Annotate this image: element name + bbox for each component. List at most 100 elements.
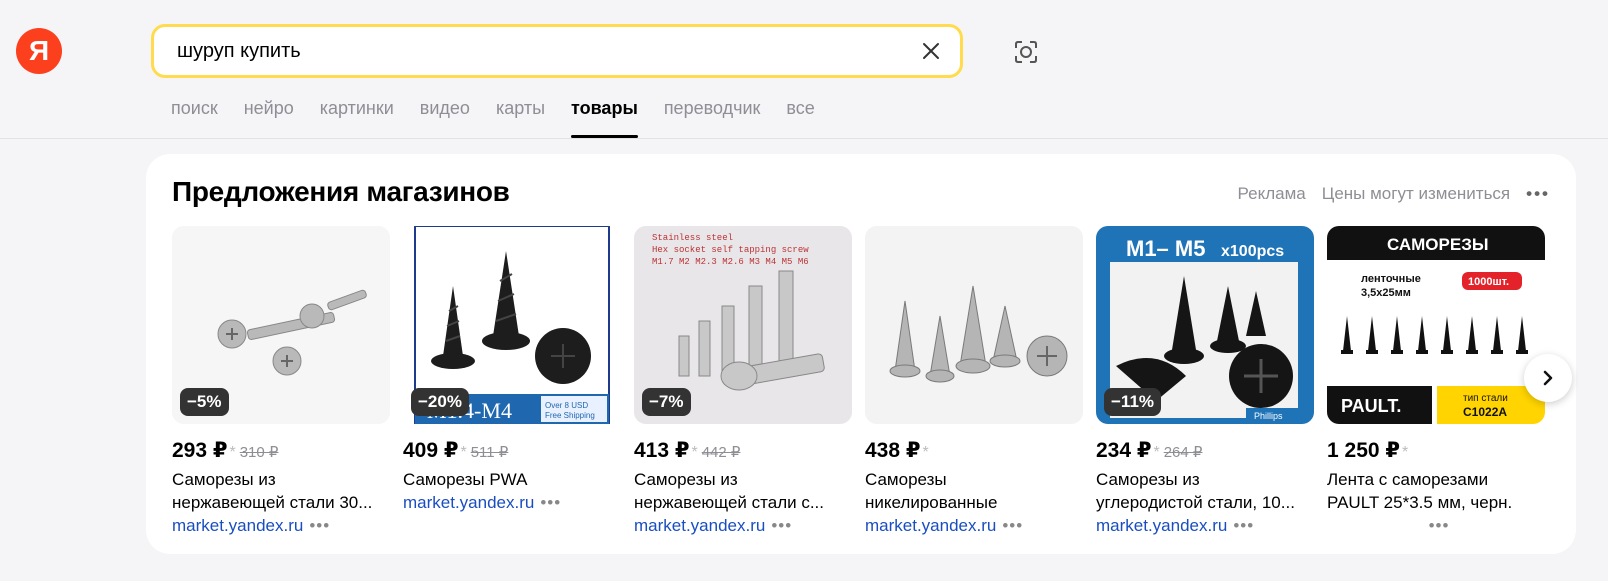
product-title-line: Лента с саморезами xyxy=(1327,470,1489,489)
shop-more-button[interactable]: ••• xyxy=(1002,514,1023,537)
price: 409 ₽ xyxy=(403,439,459,462)
image-caption: C1022A xyxy=(1463,405,1507,419)
product-card[interactable]: M1– M5 x100pcs Phillips −11% 234 ₽ * 264… xyxy=(1096,226,1314,537)
product-image[interactable]: Stainless steel Hex socket self tapping … xyxy=(634,226,852,424)
product-title[interactable]: Саморезы никелированные xyxy=(865,468,1083,514)
shop-link[interactable]: market.yandex.ru xyxy=(403,491,534,514)
price: 234 ₽ xyxy=(1096,439,1152,462)
tab-products[interactable]: товары xyxy=(571,98,638,138)
product-title[interactable]: Саморезы из нержавеющей стали с... xyxy=(634,468,852,514)
product-title[interactable]: Лента с саморезами PAULT 25*3.5 мм, черн… xyxy=(1327,468,1545,514)
shop-more-button[interactable]: ••• xyxy=(771,514,792,537)
tab-search[interactable]: поиск xyxy=(171,98,218,138)
tab-images[interactable]: картинки xyxy=(320,98,394,138)
product-title-line: нержавеющей стали с... xyxy=(634,493,824,512)
image-caption: 1000шт. xyxy=(1468,276,1509,288)
product-title[interactable]: Саморезы PWA xyxy=(403,468,621,491)
svg-text:Over 8 USD: Over 8 USD xyxy=(545,401,588,410)
shop-link[interactable]: market.yandex.ru xyxy=(865,514,996,537)
price-row: 413 ₽ * 442 ₽ xyxy=(634,438,852,463)
discount-badge: −7% xyxy=(642,388,691,416)
asterisk: * xyxy=(922,444,929,461)
shop-more-button[interactable]: ••• xyxy=(1233,514,1254,537)
product-title-line: нержавеющей стали 30... xyxy=(172,493,373,512)
shop-more-button[interactable]: ••• xyxy=(309,514,330,537)
shop-link[interactable]: market.yandex.ru xyxy=(634,514,765,537)
product-title-line: PAULT 25*3.5 мм, черн. xyxy=(1327,493,1513,512)
shop-link[interactable]: market.yandex.ru xyxy=(172,514,303,537)
product-title-line: углеродистой стали, 10... xyxy=(1096,493,1295,512)
tab-all[interactable]: все xyxy=(786,98,814,138)
shop-row: market.yandex.ru ••• xyxy=(172,514,390,537)
tab-video[interactable]: видео xyxy=(420,98,470,138)
price-row: 1 250 ₽ * xyxy=(1327,438,1545,463)
price: 438 ₽ xyxy=(865,439,921,462)
product-card[interactable]: 438 ₽ * Саморезы никелированные market.y… xyxy=(865,226,1083,537)
product-card[interactable]: −5% 293 ₽ * 310 ₽ Саморезы из нержавеюще… xyxy=(172,226,390,537)
close-icon xyxy=(923,43,939,59)
image-caption: Hex socket self tapping screw xyxy=(652,245,809,255)
screw-image xyxy=(865,226,1083,424)
asterisk: * xyxy=(691,444,698,461)
product-title-line: Саморезы из xyxy=(172,470,276,489)
price-row: 438 ₽ * xyxy=(865,438,1083,463)
ad-label[interactable]: Реклама xyxy=(1238,184,1306,204)
image-caption: x100pcs xyxy=(1221,243,1284,260)
shop-row: market.yandex.ru ••• xyxy=(1096,514,1314,537)
price-row: 234 ₽ * 264 ₽ xyxy=(1096,438,1314,463)
image-caption: Phillips xyxy=(1254,411,1283,421)
clear-button[interactable] xyxy=(918,38,944,64)
offers-title: Предложения магазинов xyxy=(172,176,510,207)
product-title-line: Саморезы из xyxy=(634,470,738,489)
product-image[interactable] xyxy=(865,226,1083,424)
camera-search-icon xyxy=(1015,41,1037,63)
product-image[interactable]: САМОРЕЗЫ ленточные 3,5х25мм 1000шт. PAUL… xyxy=(1327,226,1545,424)
yandex-logo[interactable]: Я xyxy=(16,28,62,74)
screw-image: САМОРЕЗЫ ленточные 3,5х25мм 1000шт. PAUL… xyxy=(1327,226,1545,424)
product-title-line: Саморезы из xyxy=(1096,470,1200,489)
product-carousel: −5% 293 ₽ * 310 ₽ Саморезы из нержавеюще… xyxy=(172,226,1552,546)
product-card[interactable]: M1.4-M4 Over 8 USD Free Shipping −20% 40… xyxy=(403,226,621,514)
asterisk: * xyxy=(1402,444,1409,461)
price-row: 293 ₽ * 310 ₽ xyxy=(172,438,390,463)
product-title-line: Саморезы PWA xyxy=(403,470,528,489)
image-caption: САМОРЕЗЫ xyxy=(1387,235,1489,254)
asterisk: * xyxy=(460,444,467,461)
offers-meta: Реклама Цены могут измениться ••• xyxy=(1222,184,1550,204)
search-tabs: поиск нейро картинки видео карты товары … xyxy=(171,98,841,138)
tab-maps[interactable]: карты xyxy=(496,98,545,138)
product-card[interactable]: САМОРЕЗЫ ленточные 3,5х25мм 1000шт. PAUL… xyxy=(1327,226,1545,537)
old-price: 511 ₽ xyxy=(470,444,509,461)
product-title[interactable]: Саморезы из углеродистой стали, 10... xyxy=(1096,468,1314,514)
product-card[interactable]: Stainless steel Hex socket self tapping … xyxy=(634,226,852,537)
carousel-next-button[interactable] xyxy=(1524,354,1572,402)
more-options-button[interactable]: ••• xyxy=(1526,184,1550,204)
old-price: 310 ₽ xyxy=(239,444,279,461)
product-title-line: никелированные xyxy=(865,493,998,512)
discount-badge: −11% xyxy=(1104,388,1162,416)
prices-note: Цены могут измениться xyxy=(1321,184,1511,203)
product-title[interactable]: Саморезы из нержавеющей стали 30... xyxy=(172,468,390,514)
image-caption: ленточные xyxy=(1361,273,1421,285)
product-image[interactable]: M1– M5 x100pcs Phillips −11% xyxy=(1096,226,1314,424)
shop-row: market.yandex.ru ••• xyxy=(403,491,621,514)
old-price: 264 ₽ xyxy=(1163,444,1203,461)
search-input[interactable] xyxy=(175,32,879,70)
shop-link[interactable]: market.yandex.ru xyxy=(1096,514,1227,537)
image-caption: M1– M5 xyxy=(1126,236,1205,261)
tab-translator[interactable]: переводчик xyxy=(664,98,761,138)
shop-more-button[interactable]: ••• xyxy=(1429,514,1450,537)
product-image[interactable]: −5% xyxy=(172,226,390,424)
camera-search-button[interactable] xyxy=(1010,36,1042,68)
image-caption: 3,5х25мм xyxy=(1361,287,1411,299)
tab-neuro[interactable]: нейро xyxy=(244,98,294,138)
image-caption: M1.7 M2 M2.3 M2.6 M3 M4 M5 M6 xyxy=(652,257,809,267)
product-image[interactable]: M1.4-M4 Over 8 USD Free Shipping −20% xyxy=(403,226,621,424)
old-price: 442 ₽ xyxy=(701,444,741,461)
search-box xyxy=(151,24,963,78)
chevron-right-icon xyxy=(1543,370,1553,386)
image-caption: PAULT. xyxy=(1341,396,1401,416)
shop-offers-card: Предложения магазинов Реклама Цены могут… xyxy=(146,154,1576,554)
header: Я поиск нейро картинки видео карты товар… xyxy=(0,0,1608,139)
shop-more-button[interactable]: ••• xyxy=(540,491,561,514)
